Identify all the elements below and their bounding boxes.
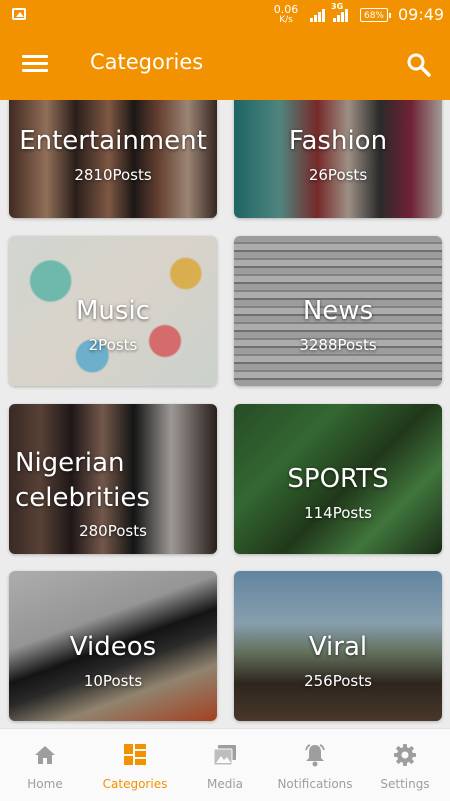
category-name: News xyxy=(302,296,374,326)
nav-label: Home xyxy=(27,777,63,791)
category-card-viral[interactable]: Viral 256Posts xyxy=(234,571,442,721)
mobile-signal-icon: 3G xyxy=(331,2,351,22)
category-post-count: 114Posts xyxy=(304,504,372,522)
app-bar: Categories xyxy=(0,30,450,100)
category-post-count: 256Posts xyxy=(304,672,372,690)
category-name: Videos xyxy=(69,632,157,662)
category-card-news[interactable]: News 3288Posts xyxy=(234,236,442,386)
nav-label: Notifications xyxy=(277,777,353,791)
network-speed-value: 0.06 xyxy=(273,3,299,16)
nav-label: Settings xyxy=(380,777,430,791)
nav-label: Categories xyxy=(102,777,168,791)
signal-icon xyxy=(310,8,328,22)
category-card-nigerian-celebrities[interactable]: Nigerian celebrities 280Posts xyxy=(9,404,217,554)
settings-icon xyxy=(394,744,416,766)
network-speed: 0.06 K/s xyxy=(270,4,302,26)
category-name: Viral xyxy=(308,632,368,662)
category-grid: Entertainment 2810Posts Fashion 26Posts … xyxy=(0,100,450,728)
notifications-icon xyxy=(305,744,325,767)
nav-categories[interactable]: Categories xyxy=(90,729,180,801)
category-name: Music xyxy=(76,296,150,326)
page-title: Categories xyxy=(90,50,204,74)
category-post-count: 10Posts xyxy=(83,672,143,690)
nav-home[interactable]: Home xyxy=(0,729,90,801)
network-speed-unit: K/s xyxy=(279,15,293,25)
category-post-count: 280Posts xyxy=(79,522,147,540)
nav-label: Media xyxy=(206,777,244,791)
category-post-count: 3288Posts xyxy=(299,336,377,354)
clock: 09:49 xyxy=(398,5,445,24)
category-card-sports[interactable]: SPORTS 114Posts xyxy=(234,404,442,554)
category-name: Nigerian celebrities xyxy=(15,448,150,513)
category-post-count: 26Posts xyxy=(308,166,368,184)
nav-settings[interactable]: Settings xyxy=(360,729,450,801)
category-name: Entertainment xyxy=(19,126,207,156)
category-card-videos[interactable]: Videos 10Posts xyxy=(9,571,217,721)
battery-indicator: 68% xyxy=(360,8,391,22)
category-card-entertainment[interactable]: Entertainment 2810Posts xyxy=(9,100,217,218)
category-card-music[interactable]: Music 2Posts xyxy=(9,236,217,386)
menu-icon[interactable] xyxy=(22,55,48,73)
category-post-count: 2810Posts xyxy=(74,166,152,184)
categories-icon xyxy=(124,744,146,765)
media-icon xyxy=(213,745,236,766)
category-name: SPORTS xyxy=(287,464,389,494)
nav-notifications[interactable]: Notifications xyxy=(270,729,360,801)
bottom-navigation: Home Categories Media Notifications Sett… xyxy=(0,728,450,801)
category-card-fashion[interactable]: Fashion 26Posts xyxy=(234,100,442,218)
gallery-notification-icon xyxy=(12,8,26,20)
category-name: Fashion xyxy=(288,126,388,156)
home-icon xyxy=(35,746,55,764)
category-post-count: 2Posts xyxy=(88,336,138,354)
search-icon[interactable] xyxy=(406,52,432,78)
nav-media[interactable]: Media xyxy=(180,729,270,801)
network-type: 3G xyxy=(331,2,344,11)
status-bar: 0.06 K/s 3G 68% 09:49 xyxy=(0,0,450,30)
